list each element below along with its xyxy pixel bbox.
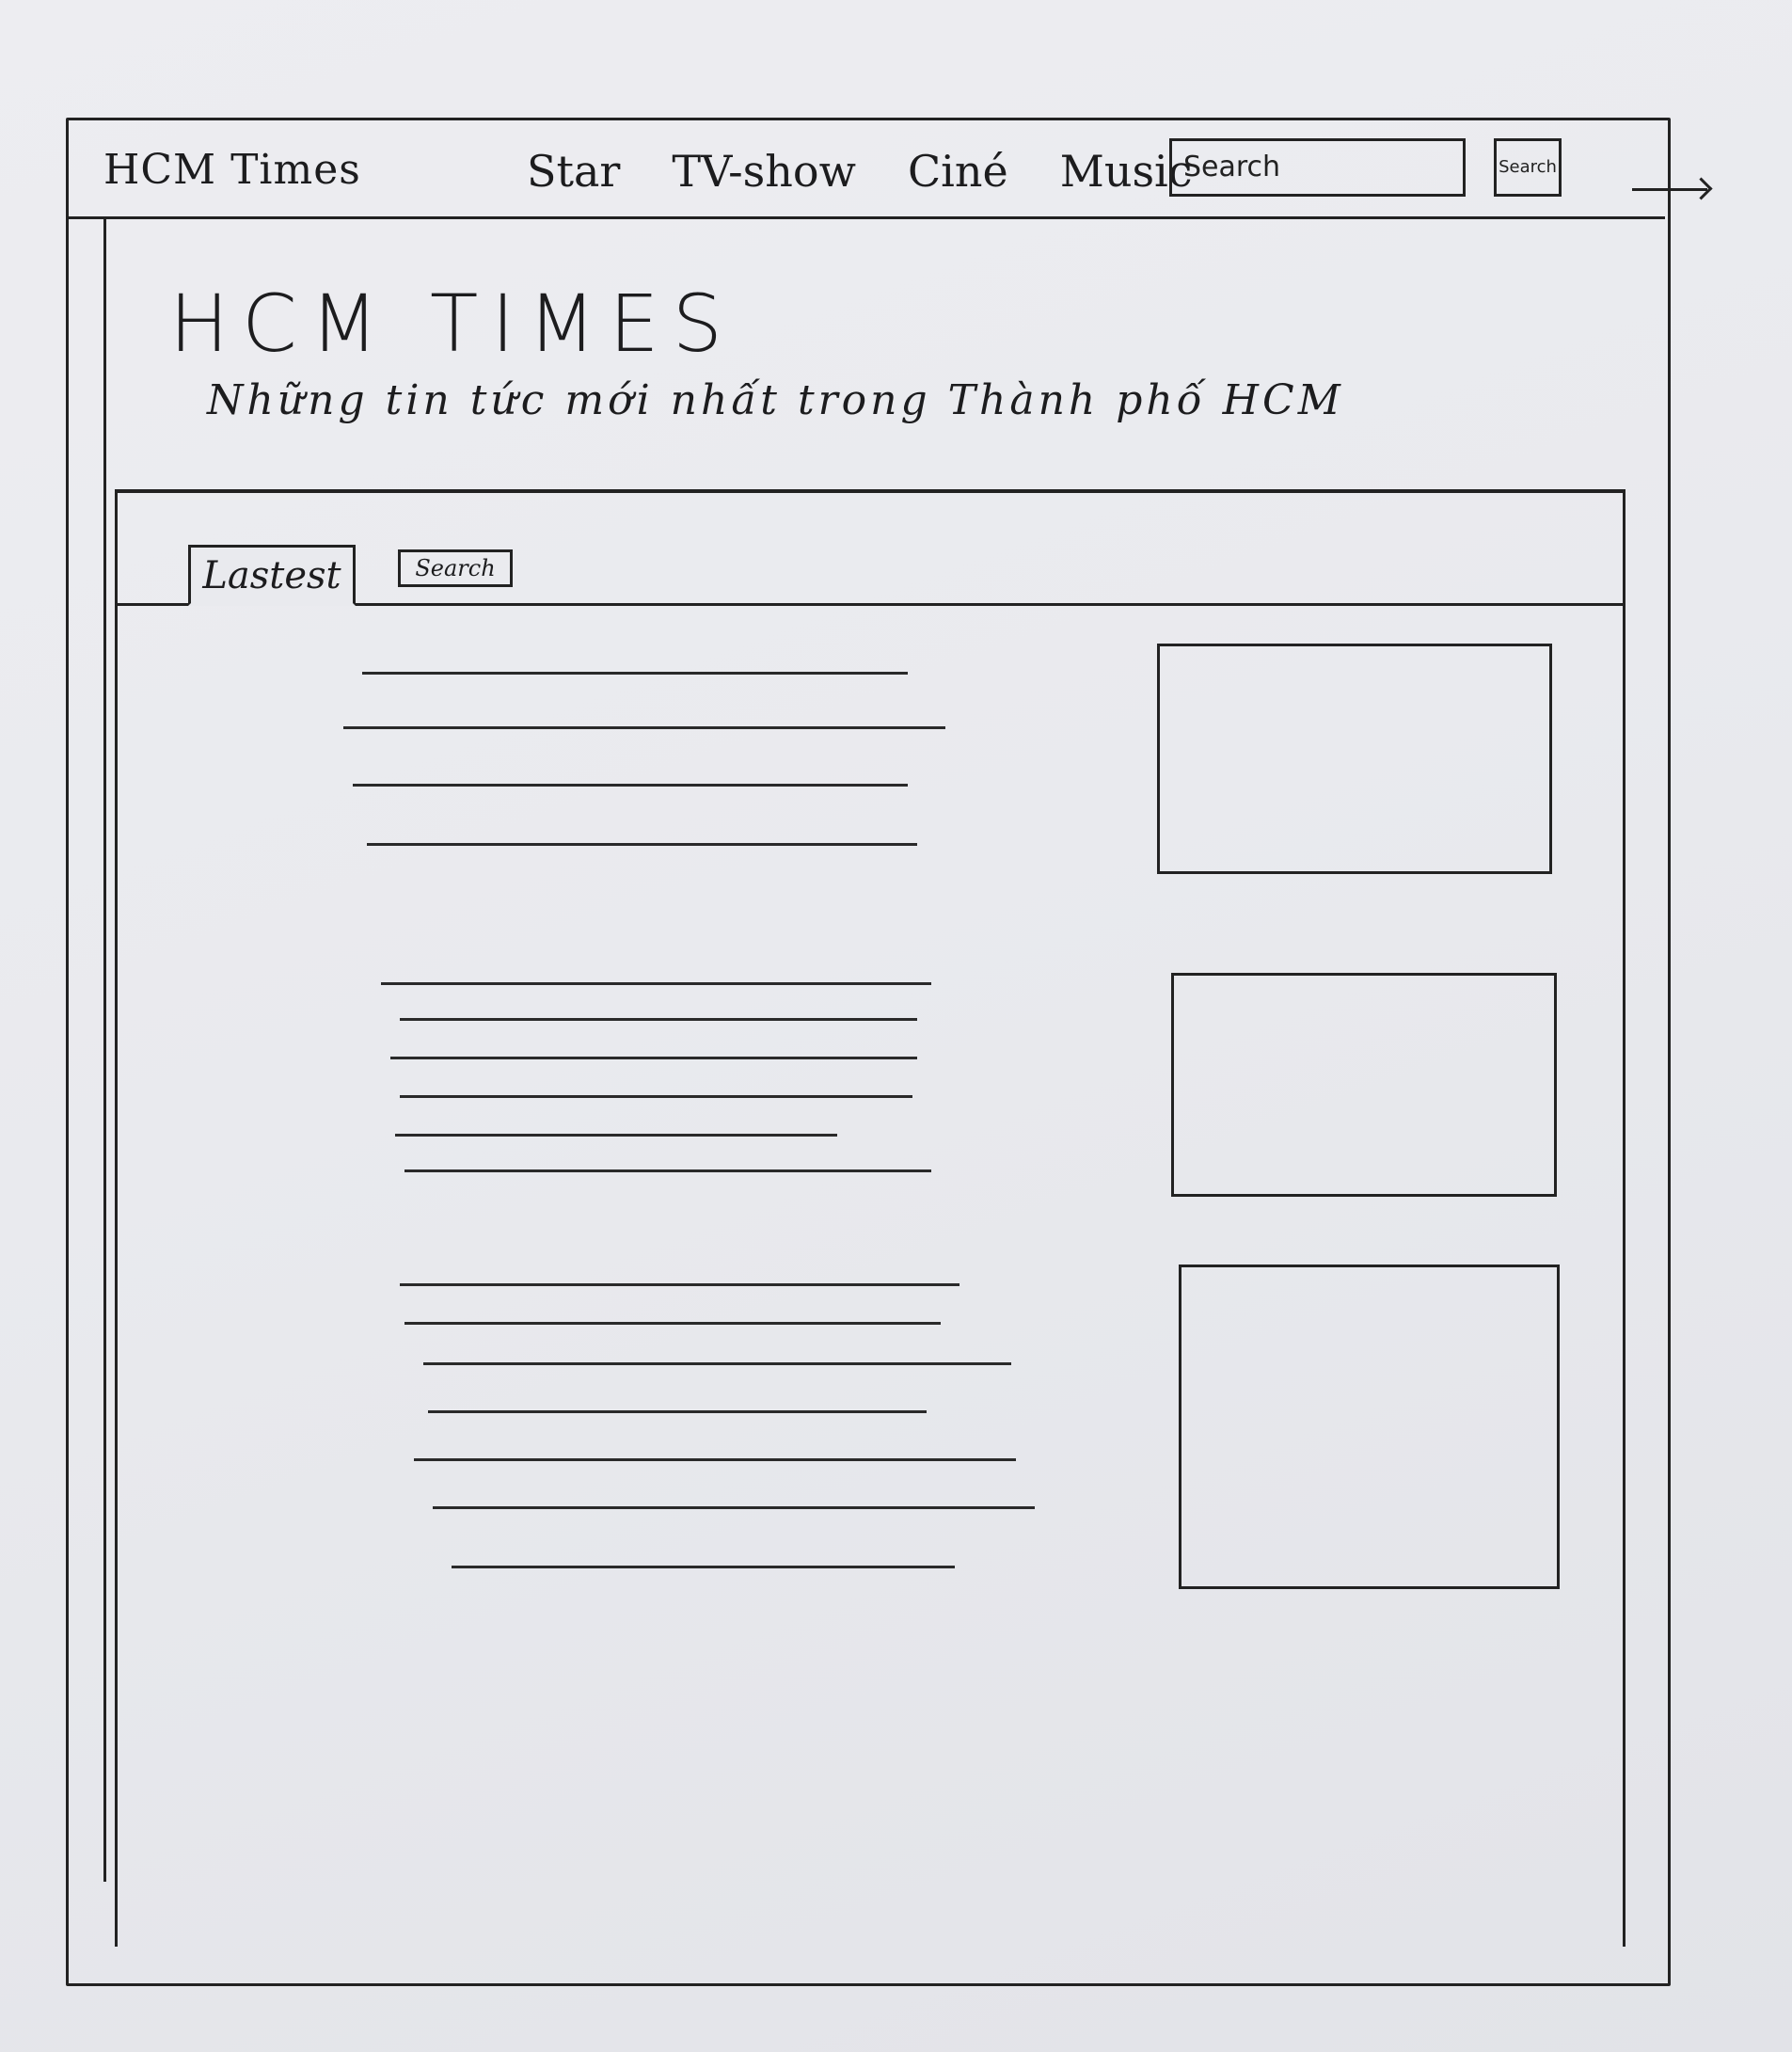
article-thumbnail-image[interactable] (1171, 973, 1557, 1197)
article-thumbnail-image[interactable] (1157, 644, 1552, 874)
text-line (400, 1283, 959, 1286)
text-line (367, 843, 917, 846)
page-title: HCM TIMES (169, 278, 736, 370)
site-brand-link[interactable]: HCM Times (103, 146, 361, 194)
text-line (428, 1410, 927, 1413)
text-line (414, 1458, 1016, 1461)
article-text-block[interactable] (343, 982, 931, 1172)
content-panel: Lastest Search (115, 489, 1625, 1947)
page-subtitle: Những tin tức mới nhất trong Thành phố H… (207, 376, 1344, 424)
nav-link-star[interactable]: Star (527, 146, 620, 197)
text-line (353, 784, 908, 787)
search-button[interactable]: Search (1494, 137, 1562, 197)
text-line (433, 1506, 1035, 1509)
nav-link-cine[interactable]: Ciné (908, 146, 1008, 197)
text-line (452, 1566, 955, 1568)
search-group: Search (1169, 118, 1562, 216)
article-thumbnail-image[interactable] (1179, 1265, 1560, 1589)
arrow-right-icon (1632, 188, 1707, 191)
text-line (362, 672, 908, 675)
nav-link-tv-show[interactable]: TV-show (672, 146, 856, 197)
search-input[interactable] (1169, 137, 1466, 197)
article-text-block[interactable] (343, 672, 945, 846)
text-line (390, 1057, 917, 1059)
tab-bar: Lastest Search (118, 493, 1623, 606)
text-line (381, 982, 931, 985)
frame-side-border (103, 216, 106, 1882)
text-line (404, 1169, 931, 1172)
text-line (343, 726, 945, 729)
tab-search[interactable]: Search (398, 549, 513, 587)
text-line (404, 1322, 941, 1325)
text-line (400, 1095, 912, 1098)
article-text-block[interactable] (343, 1283, 1035, 1568)
nav-links: Star TV-show Ciné Music (527, 146, 1193, 197)
text-line (423, 1362, 1011, 1365)
tab-lastest[interactable]: Lastest (188, 545, 356, 606)
text-line (395, 1134, 837, 1137)
text-line (400, 1018, 917, 1021)
top-navbar: HCM Times Star TV-show Ciné Music Search (66, 118, 1665, 219)
